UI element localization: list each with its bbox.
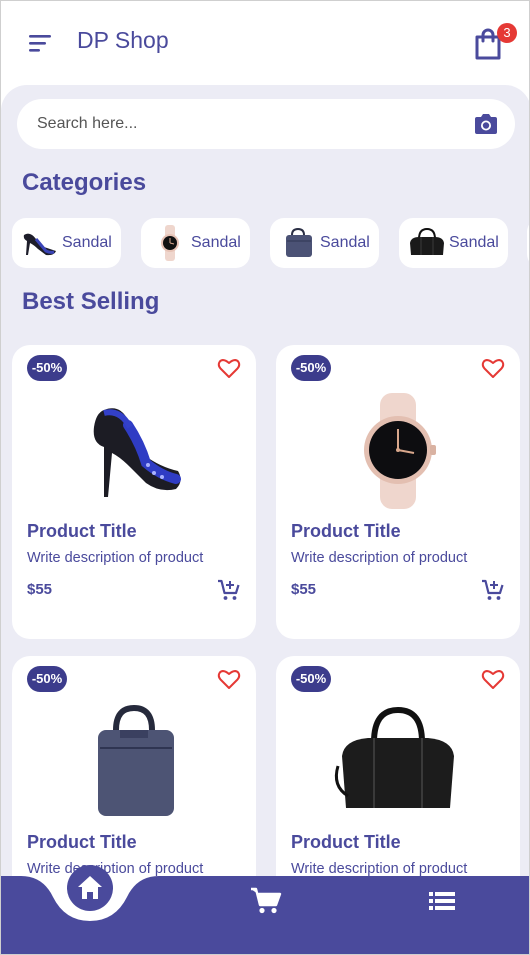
search-input[interactable] <box>37 99 457 149</box>
duffel-bag-image <box>334 706 454 808</box>
best-selling-title: Best Selling <box>22 288 160 315</box>
category-label: Sandal <box>320 234 370 251</box>
product-description: Write description of product <box>27 550 204 566</box>
heart-icon[interactable] <box>217 357 241 379</box>
home-icon <box>78 876 102 899</box>
heart-icon[interactable] <box>481 357 505 379</box>
discount-badge: -50% <box>27 355 67 381</box>
product-card[interactable]: -50% Product Title Write description of … <box>12 345 256 639</box>
product-title: Product Title <box>27 521 137 541</box>
app-header: DP Shop 3 <box>1 1 529 85</box>
add-to-cart-icon[interactable] <box>481 579 505 601</box>
heart-icon[interactable] <box>481 668 505 690</box>
main-content: Categories Sandal Sandal <box>1 85 529 954</box>
product-price: $55 <box>291 581 317 598</box>
duffel-bag-thumb-icon <box>410 227 444 255</box>
bottom-navigation <box>1 861 529 954</box>
category-chip[interactable]: Sandal <box>12 218 121 268</box>
heart-icon[interactable] <box>217 668 241 690</box>
category-list: Sandal Sandal Sandal Sandal <box>12 218 529 268</box>
product-price: $55 <box>27 581 53 598</box>
cart-count-badge: 3 <box>497 23 517 43</box>
app-frame: DP Shop 3 Categories <box>0 0 530 955</box>
product-title: Product Title <box>27 832 137 852</box>
category-chip[interactable]: Sandal <box>270 218 379 268</box>
category-label: Sandal <box>191 234 241 251</box>
categories-title: Categories <box>22 169 147 196</box>
watch-image <box>364 393 436 509</box>
category-label: Sandal <box>449 234 499 251</box>
sandal-image <box>93 408 181 497</box>
camera-icon[interactable] <box>473 112 499 136</box>
cart-icon[interactable] <box>250 886 282 914</box>
add-to-cart-icon[interactable] <box>217 579 241 601</box>
sandal-thumb-icon <box>23 233 56 256</box>
product-title: Product Title <box>291 521 401 541</box>
menu-icon[interactable] <box>27 31 57 55</box>
category-label: Sandal <box>62 234 112 251</box>
discount-badge: -50% <box>27 666 67 692</box>
product-card[interactable]: -50% Product Title Write description of … <box>276 345 520 639</box>
laptop-bag-image <box>98 704 174 816</box>
nav-home-button[interactable] <box>67 865 113 911</box>
product-description: Write description of product <box>291 550 468 566</box>
watch-thumb-icon <box>161 225 179 261</box>
product-title: Product Title <box>291 832 401 852</box>
search-bar <box>17 99 515 149</box>
category-chip[interactable]: Sandal <box>399 218 508 268</box>
category-chip[interactable]: Sandal <box>141 218 250 268</box>
laptop-bag-thumb-icon <box>286 227 312 257</box>
list-icon[interactable] <box>429 891 455 911</box>
cart-button[interactable]: 3 <box>473 23 517 61</box>
app-title: DP Shop <box>77 27 169 53</box>
discount-badge: -50% <box>291 355 331 381</box>
discount-badge: -50% <box>291 666 331 692</box>
